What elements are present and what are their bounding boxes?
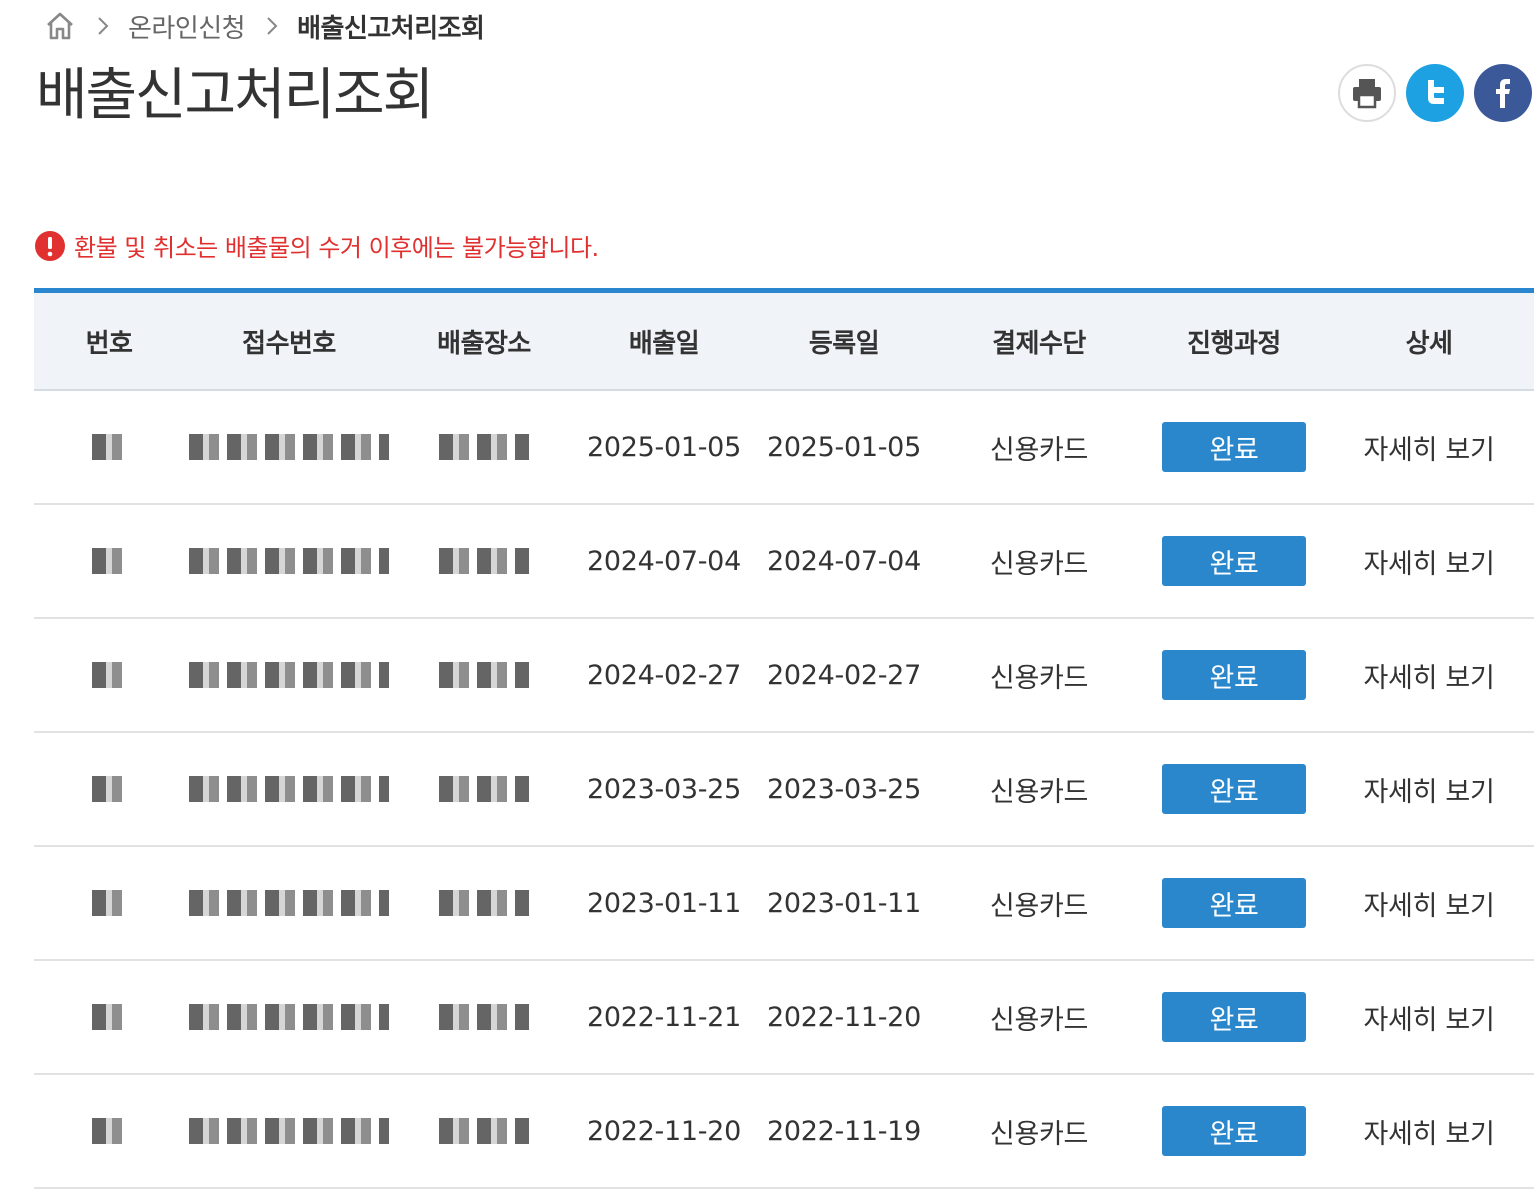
table-row: 2024-07-04 2024-07-04 신용카드 완료 자세히 보기 xyxy=(34,505,1534,619)
table-row: 2023-03-25 2023-03-25 신용카드 완료 자세히 보기 xyxy=(34,733,1534,847)
column-header-disposal-date: 배출일 xyxy=(628,328,700,359)
masked-number xyxy=(92,662,126,688)
notice-text: 환불 및 취소는 배출물의 수거 이후에는 불가능합니다. xyxy=(74,234,599,262)
view-detail-link[interactable]: 자세히 보기 xyxy=(1364,428,1495,467)
masked-disposal-place xyxy=(439,1004,529,1030)
masked-disposal-place xyxy=(439,548,529,574)
table-row: 2024-02-27 2024-02-27 신용카드 완료 자세히 보기 xyxy=(34,619,1534,733)
masked-disposal-place xyxy=(439,776,529,802)
disposal-date: 2022-11-21 xyxy=(587,1001,741,1033)
column-header-registration-date: 등록일 xyxy=(808,328,880,359)
registration-date: 2025-01-05 xyxy=(767,431,921,463)
table-header: 번호 접수번호 배출장소 배출일 등록일 결제수단 진행과정 상세 xyxy=(34,293,1534,391)
payment-method: 신용카드 xyxy=(989,1004,1089,1036)
registration-date: 2024-02-27 xyxy=(767,659,921,691)
status-complete-button[interactable]: 완료 xyxy=(1162,536,1306,586)
view-detail-link[interactable]: 자세히 보기 xyxy=(1364,884,1495,923)
notice: 환불 및 취소는 배출물의 수거 이후에는 불가능합니다. xyxy=(34,228,599,263)
facebook-icon[interactable] xyxy=(1474,64,1532,122)
masked-disposal-place xyxy=(439,434,529,460)
column-header-number: 번호 xyxy=(85,328,133,359)
status-complete-button[interactable]: 완료 xyxy=(1162,878,1306,928)
view-detail-link[interactable]: 자세히 보기 xyxy=(1364,542,1495,581)
status-complete-button[interactable]: 완료 xyxy=(1162,992,1306,1042)
masked-disposal-place xyxy=(439,662,529,688)
column-header-progress: 진행과정 xyxy=(1187,328,1281,359)
payment-method: 신용카드 xyxy=(989,1118,1089,1150)
twitter-icon[interactable] xyxy=(1406,64,1464,122)
masked-number xyxy=(92,434,126,460)
registration-date: 2022-11-19 xyxy=(767,1115,921,1147)
masked-number xyxy=(92,776,126,802)
masked-receipt-number xyxy=(189,776,389,802)
disposal-report-table: 번호 접수번호 배출장소 배출일 등록일 결제수단 진행과정 상세 2025-0… xyxy=(34,288,1534,1189)
payment-method: 신용카드 xyxy=(989,548,1089,580)
masked-receipt-number xyxy=(189,662,389,688)
payment-method: 신용카드 xyxy=(989,434,1089,466)
share-buttons xyxy=(1338,64,1532,122)
masked-disposal-place xyxy=(439,890,529,916)
column-header-payment-method: 결제수단 xyxy=(992,328,1086,359)
view-detail-link[interactable]: 자세히 보기 xyxy=(1364,656,1495,695)
masked-disposal-place xyxy=(439,1118,529,1144)
table-row: 2022-11-21 2022-11-20 신용카드 완료 자세히 보기 xyxy=(34,961,1534,1075)
masked-number xyxy=(92,890,126,916)
registration-date: 2023-01-11 xyxy=(767,887,921,919)
masked-receipt-number xyxy=(189,548,389,574)
status-complete-button[interactable]: 완료 xyxy=(1162,1106,1306,1156)
home-icon[interactable] xyxy=(44,10,76,42)
status-complete-button[interactable]: 완료 xyxy=(1162,650,1306,700)
disposal-date: 2022-11-20 xyxy=(587,1115,741,1147)
chevron-right-icon xyxy=(261,15,283,37)
disposal-date: 2025-01-05 xyxy=(587,431,741,463)
registration-date: 2024-07-04 xyxy=(767,545,921,577)
masked-receipt-number xyxy=(189,1004,389,1030)
status-complete-button[interactable]: 완료 xyxy=(1162,764,1306,814)
masked-number xyxy=(92,1004,126,1030)
masked-number xyxy=(92,548,126,574)
payment-method: 신용카드 xyxy=(989,890,1089,922)
disposal-date: 2023-01-11 xyxy=(587,887,741,919)
disposal-date: 2023-03-25 xyxy=(587,773,741,805)
masked-number xyxy=(92,1118,126,1144)
view-detail-link[interactable]: 자세히 보기 xyxy=(1364,770,1495,809)
masked-receipt-number xyxy=(189,890,389,916)
page-title: 배출신고처리조회 xyxy=(36,63,434,128)
disposal-date: 2024-02-27 xyxy=(587,659,741,691)
disposal-date: 2024-07-04 xyxy=(587,545,741,577)
masked-receipt-number xyxy=(189,434,389,460)
breadcrumb-item-online-application[interactable]: 온라인신청 xyxy=(128,8,246,45)
view-detail-link[interactable]: 자세히 보기 xyxy=(1364,1112,1495,1151)
column-header-receipt-number: 접수번호 xyxy=(242,328,336,359)
table-row: 2023-01-11 2023-01-11 신용카드 완료 자세히 보기 xyxy=(34,847,1534,961)
column-header-detail: 상세 xyxy=(1405,328,1453,359)
payment-method: 신용카드 xyxy=(989,662,1089,694)
table-row: 2025-01-05 2025-01-05 신용카드 완료 자세히 보기 xyxy=(34,391,1534,505)
table-row: 2022-11-20 2022-11-19 신용카드 완료 자세히 보기 xyxy=(34,1075,1534,1189)
print-icon[interactable] xyxy=(1338,64,1396,122)
chevron-right-icon xyxy=(92,15,114,37)
masked-receipt-number xyxy=(189,1118,389,1144)
breadcrumb: 온라인신청 배출신고처리조회 xyxy=(44,6,485,46)
payment-method: 신용카드 xyxy=(989,776,1089,808)
alert-icon xyxy=(34,230,66,262)
registration-date: 2022-11-20 xyxy=(767,1001,921,1033)
breadcrumb-item-current: 배출신고처리조회 xyxy=(297,13,485,44)
view-detail-link[interactable]: 자세히 보기 xyxy=(1364,998,1495,1037)
registration-date: 2023-03-25 xyxy=(767,773,921,805)
status-complete-button[interactable]: 완료 xyxy=(1162,422,1306,472)
column-header-disposal-place: 배출장소 xyxy=(437,328,531,359)
